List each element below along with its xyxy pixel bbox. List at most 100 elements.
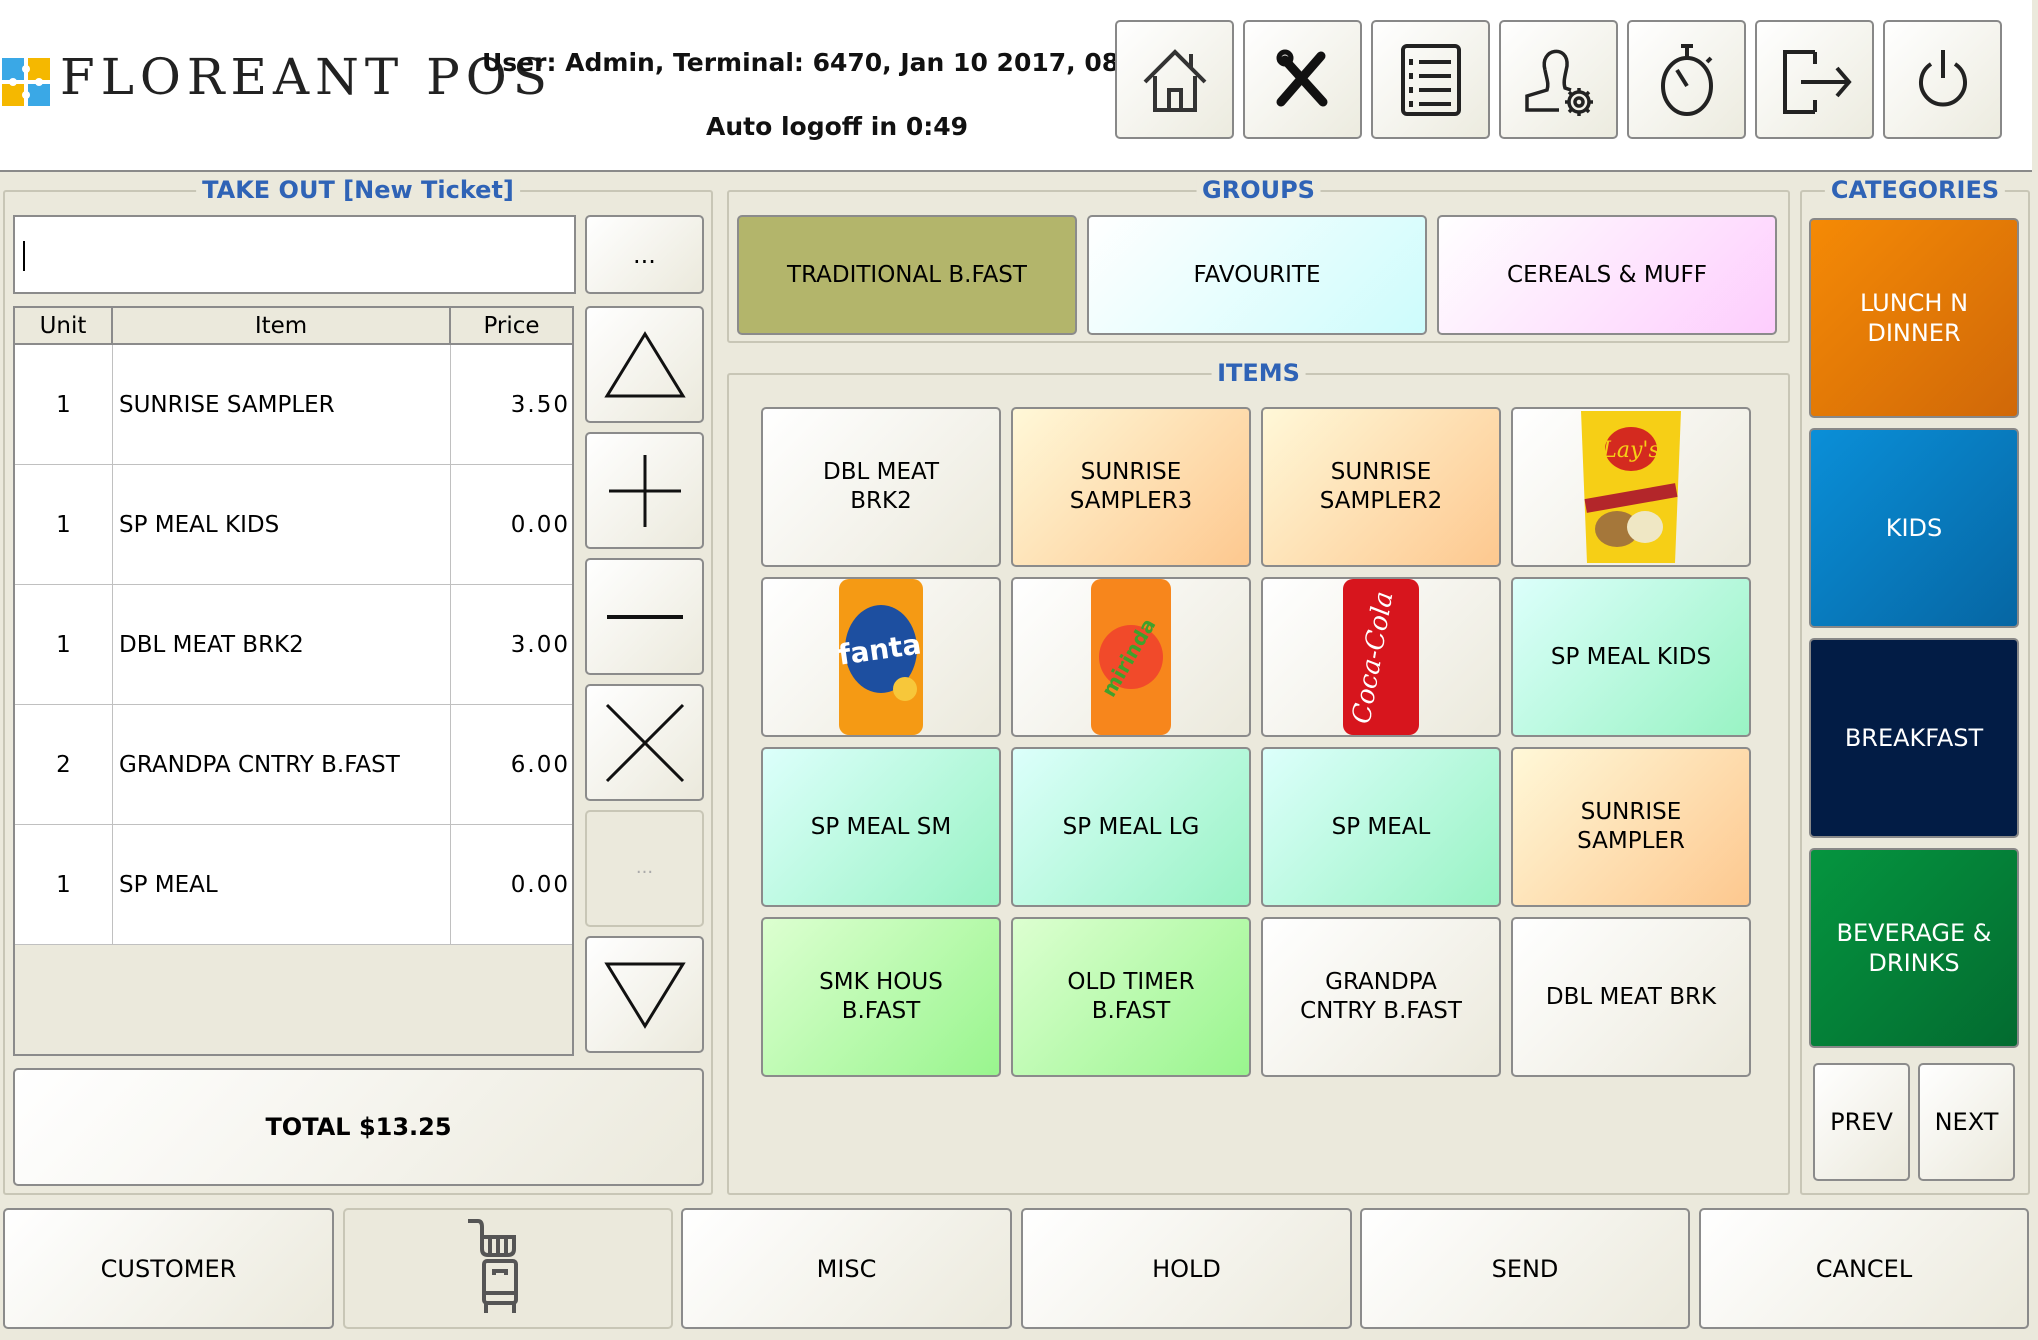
floreant-logo-icon xyxy=(2,58,50,106)
item-tile-label: SP MEAL xyxy=(1331,813,1431,840)
increase-quantity-button[interactable] xyxy=(585,432,704,549)
row-unit: 1 xyxy=(15,345,113,464)
group-favourite[interactable]: FAVOURITE xyxy=(1087,215,1427,335)
item-tile[interactable]: SP MEAL SM xyxy=(761,747,1001,907)
misc-button[interactable]: MISC xyxy=(681,1208,1012,1329)
home-icon xyxy=(1143,48,1206,112)
item-tile-label: SUNRISE SAMPLER3 xyxy=(1069,459,1193,514)
mirinda-can-icon: mirinda xyxy=(1091,579,1171,735)
coke-can-icon: Coca-Cola xyxy=(1343,579,1419,735)
item-tile-label: SUNRISE SAMPLER xyxy=(1577,799,1685,854)
ticket-search-input[interactable] xyxy=(13,215,576,294)
category-breakfast[interactable]: BREAKFAST xyxy=(1809,638,2019,838)
back-office-button[interactable] xyxy=(1243,20,1362,139)
item-tile[interactable]: SMK HOUS B.FAST xyxy=(761,917,1001,1077)
item-tile-label: DBL MEAT BRK2 xyxy=(823,459,939,514)
row-item: SP MEAL KIDS xyxy=(113,465,451,584)
row-price: 6.00 xyxy=(510,751,570,778)
x-icon xyxy=(605,703,684,782)
row-unit: 2 xyxy=(15,705,113,824)
tools-icon xyxy=(1276,49,1327,106)
delete-item-button[interactable] xyxy=(585,684,704,801)
clock-in-out-button[interactable] xyxy=(1627,20,1746,139)
logout-button[interactable] xyxy=(1755,20,1874,139)
categories-title: CATEGORIES xyxy=(1824,176,2006,204)
row-price: 0.00 xyxy=(510,511,570,538)
auto-logoff-timer: Auto logoff in 0:49 xyxy=(706,112,968,141)
power-icon xyxy=(1918,49,1967,106)
table-row[interactable]: 1 DBL MEAT BRK2 3.00 xyxy=(15,585,572,705)
customer-button[interactable]: CUSTOMER xyxy=(3,1208,334,1329)
app-logo-text: FLOREANT POS xyxy=(60,48,554,106)
order-list-icon xyxy=(1400,43,1461,116)
orders-button[interactable] xyxy=(1371,20,1490,139)
item-tile-label: SP MEAL LG xyxy=(1062,813,1200,840)
item-tile[interactable]: SUNRISE SAMPLER3 xyxy=(1011,407,1251,567)
logout-icon xyxy=(1782,49,1852,114)
item-tile-label: SP MEAL KIDS xyxy=(1550,643,1712,670)
item-tile-label: OLD TIMER B.FAST xyxy=(1067,969,1195,1024)
category-prev-button[interactable]: PREV xyxy=(1813,1063,1910,1181)
ticket-more-button[interactable]: ... xyxy=(585,215,704,294)
item-tile[interactable]: DBL MEAT BRK xyxy=(1511,917,1751,1077)
shutdown-button[interactable] xyxy=(1883,20,2002,139)
total-button[interactable]: TOTAL $13.25 xyxy=(13,1068,704,1186)
triangle-down-icon xyxy=(603,962,686,1029)
row-price: 3.50 xyxy=(510,391,570,418)
category-kids[interactable]: KIDS xyxy=(1809,428,2019,628)
stopwatch-icon xyxy=(1660,43,1713,116)
row-item: DBL MEAT BRK2 xyxy=(113,585,451,704)
table-row[interactable]: 2 GRANDPA CNTRY B.FAST 6.00 xyxy=(15,705,572,825)
item-tile[interactable]: DBL MEAT BRK2 xyxy=(761,407,1001,567)
category-lunch-n-dinner[interactable]: LUNCH N DINNER xyxy=(1809,218,2019,418)
chips-bag-icon: Lay's xyxy=(1581,411,1681,563)
category-beverage-drinks[interactable]: BEVERAGE & DRINKS xyxy=(1809,848,2019,1048)
item-tile[interactable]: SP MEAL LG xyxy=(1011,747,1251,907)
minus-icon xyxy=(606,614,683,619)
cancel-button[interactable]: CANCEL xyxy=(1699,1208,2029,1329)
ticket-items-table: Unit Item Price 1 SUNRISE SAMPLER 3.50 1… xyxy=(13,306,574,1056)
item-options-button[interactable]: ... xyxy=(585,810,704,927)
group-cereals-muff[interactable]: CEREALS & MUFF xyxy=(1437,215,1777,335)
row-unit: 1 xyxy=(15,465,113,584)
item-tile[interactable]: SP MEAL xyxy=(1261,747,1501,907)
kitchen-cart-button[interactable] xyxy=(343,1208,673,1329)
fanta-can-icon: fanta xyxy=(836,579,923,735)
item-tile[interactable]: GRANDPA CNTRY B.FAST xyxy=(1261,917,1501,1077)
item-tile[interactable]: Lay's xyxy=(1511,407,1751,567)
group-traditional-bfast[interactable]: TRADITIONAL B.FAST xyxy=(737,215,1077,335)
table-row[interactable]: 1 SP MEAL KIDS 0.00 xyxy=(15,465,572,585)
send-button[interactable]: SEND xyxy=(1360,1208,1690,1329)
svg-text:Lay's: Lay's xyxy=(1601,438,1660,463)
ticket-title: TAKE OUT [New Ticket] xyxy=(196,176,520,204)
hold-button[interactable]: HOLD xyxy=(1021,1208,1352,1329)
user-terminal-info: User: Admin, Terminal: 6470, Jan 10 2017… xyxy=(482,48,1164,77)
row-item: SUNRISE SAMPLER xyxy=(113,345,451,464)
table-row[interactable]: 1 SP MEAL 0.00 xyxy=(15,825,572,945)
category-next-button[interactable]: NEXT xyxy=(1918,1063,2015,1181)
scroll-up-button[interactable] xyxy=(585,306,704,423)
item-tile[interactable]: SP MEAL KIDS xyxy=(1511,577,1751,737)
header-bar: FLOREANT POS User: Admin, Terminal: 6470… xyxy=(0,0,2038,172)
item-tile[interactable]: mirinda xyxy=(1011,577,1251,737)
scroll-down-button[interactable] xyxy=(585,936,704,1053)
item-tile[interactable]: SUNRISE SAMPLER xyxy=(1511,747,1751,907)
text-caret xyxy=(23,241,25,271)
item-tile-label: SUNRISE SAMPLER2 xyxy=(1319,459,1443,514)
home-button[interactable] xyxy=(1115,20,1234,139)
column-header-unit[interactable]: Unit xyxy=(15,308,113,345)
item-tile-label: SP MEAL SM xyxy=(810,813,952,840)
row-item: GRANDPA CNTRY B.FAST xyxy=(113,705,451,824)
item-tile[interactable]: OLD TIMER B.FAST xyxy=(1011,917,1251,1077)
item-tile-label: DBL MEAT BRK xyxy=(1545,983,1717,1010)
column-header-item[interactable]: Item xyxy=(113,308,451,345)
table-row[interactable]: 1 SUNRISE SAMPLER 3.50 xyxy=(15,345,572,465)
row-price: 0.00 xyxy=(510,871,570,898)
item-tile[interactable]: SUNRISE SAMPLER2 xyxy=(1261,407,1501,567)
item-tile[interactable]: Coca-Cola xyxy=(1261,577,1501,737)
row-unit: 1 xyxy=(15,585,113,704)
user-settings-button[interactable] xyxy=(1499,20,1618,139)
decrease-quantity-button[interactable] xyxy=(585,558,704,675)
item-tile[interactable]: fanta xyxy=(761,577,1001,737)
column-header-price[interactable]: Price xyxy=(451,308,572,345)
